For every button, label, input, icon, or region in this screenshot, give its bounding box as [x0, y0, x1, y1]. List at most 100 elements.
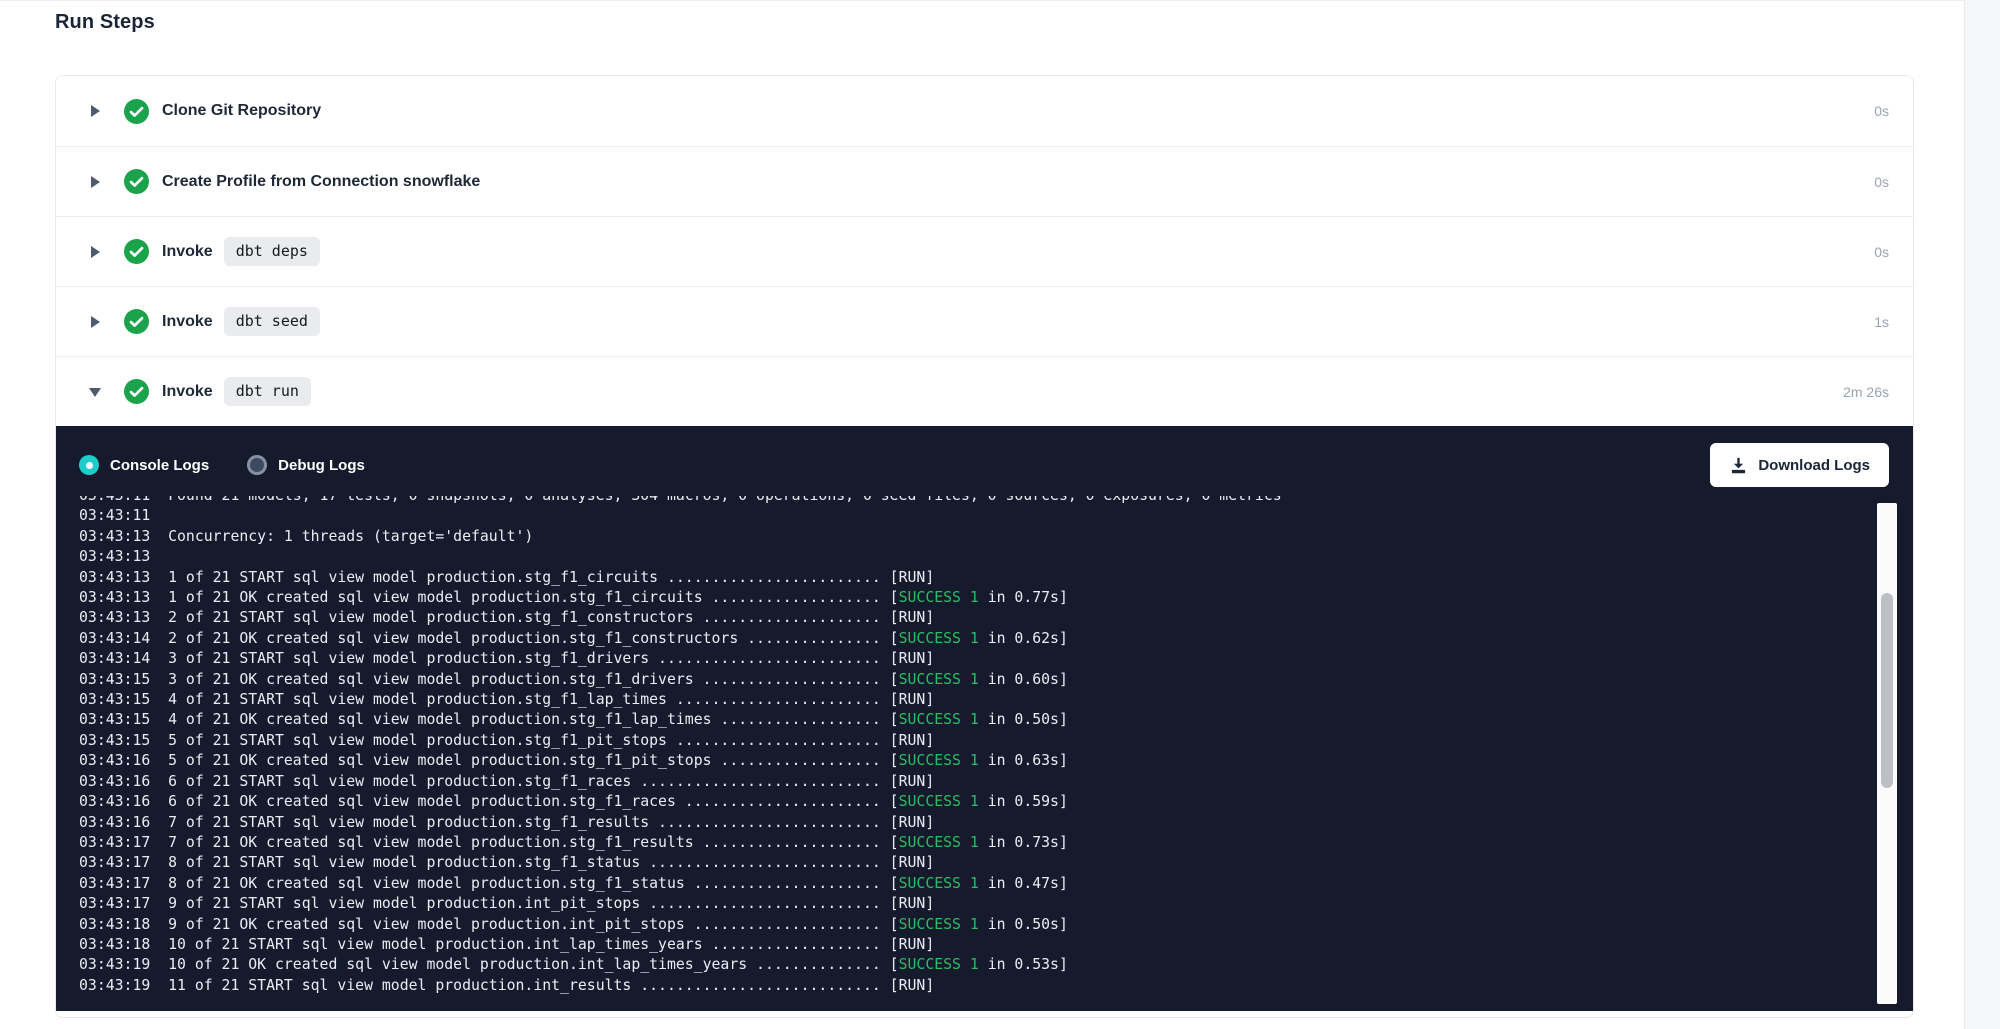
radio-debug-logs[interactable]: Debug Logs — [247, 455, 365, 475]
log-line: 03:43:166 of 21 START sql view model pro… — [79, 772, 1853, 792]
log-success-status: SUCCESS 1 — [899, 793, 979, 810]
step-row-create-profile-from-connection-snowflake[interactable]: Create Profile from Connection snowflake… — [56, 146, 1913, 216]
log-duration-tail: in 0.50s] — [979, 916, 1068, 933]
log-scrollbar-track[interactable] — [1877, 503, 1897, 1004]
log-duration-tail: in 0.50s] — [979, 711, 1068, 728]
log-timestamp: 03:43:13 — [79, 569, 150, 586]
console-header: Console Logs Debug Logs Download Logs — [56, 426, 1913, 496]
log-duration-tail: in 0.73s] — [979, 834, 1068, 851]
log-text: 2 of 21 OK created sql view model produc… — [168, 630, 899, 647]
log-line: 03:43:14 3 of 21 START sql view model pro… — [79, 649, 1853, 669]
log-line: 03:43:154 of 21 START sql view model pro… — [79, 690, 1853, 710]
success-check-icon — [124, 379, 149, 404]
log-line: 03:43:11 — [79, 506, 1853, 526]
radio-selected-icon[interactable] — [79, 455, 99, 475]
log-duration-tail: in 0.77s] — [979, 589, 1068, 606]
step-row-clone-git-repository[interactable]: Clone Git Repository 0s — [56, 76, 1913, 146]
log-text: 4 of 21 START sql view model production.… — [168, 691, 934, 708]
chevron-right-icon[interactable] — [88, 315, 102, 329]
chevron-right-icon[interactable] — [88, 104, 102, 118]
log-timestamp: 03:43:15 — [79, 671, 150, 688]
log-timestamp: 03:43:16 — [79, 793, 150, 810]
command-badge: dbt deps — [224, 237, 320, 266]
radio-console-logs[interactable]: Console Logs — [79, 455, 209, 475]
log-line: 03:43:17 9 of 21 START sql view model pro… — [79, 894, 1853, 914]
chevron-right-icon[interactable] — [88, 175, 102, 189]
log-text: 2 of 21 START sql view model production.… — [168, 609, 934, 626]
log-text: 7 of 21 OK created sql view model produc… — [168, 834, 899, 851]
download-logs-button[interactable]: Download Logs — [1710, 443, 1889, 487]
log-timestamp: 03:43:14 — [79, 650, 150, 667]
radio-label: Debug Logs — [278, 457, 365, 474]
log-timestamp: 03:43:17 — [79, 834, 150, 851]
step-label: Create Profile from Connection snowflake — [162, 173, 480, 191]
success-check-icon — [124, 239, 149, 264]
step-row-invoke-dbt-run[interactable]: Invokedbt run2m 26s — [56, 356, 1913, 426]
log-line: 03:43:167 of 21 START sql view model pro… — [79, 813, 1853, 833]
success-check-icon — [124, 309, 149, 334]
log-text: 8 of 21 OK created sql view model produc… — [168, 875, 899, 892]
step-duration: 1s — [1874, 314, 1889, 330]
log-line: 03:43:17 8 of 21 OK created sql view mode… — [79, 874, 1853, 894]
console-log-output[interactable]: 03:43:11 Found 21 models, 17 tests, 0 sna… — [79, 496, 1853, 1005]
log-success-status: SUCCESS 1 — [899, 752, 979, 769]
log-line: 03:43:11Found 21 models, 17 tests, 0 sna… — [79, 496, 1853, 506]
radio-unselected-icon[interactable] — [247, 455, 267, 475]
step-duration: 0s — [1874, 174, 1889, 190]
log-line: 03:43:131 of 21 START sql view model pro… — [79, 568, 1853, 588]
log-timestamp: 03:43:18 — [79, 936, 150, 953]
log-timestamp: 03:43:16 — [79, 752, 150, 769]
log-text: 7 of 21 START sql view model production.… — [168, 814, 934, 831]
step-duration: 0s — [1874, 103, 1889, 119]
log-line: 03:43:155 of 21 START sql view model pro… — [79, 731, 1853, 751]
log-duration-tail: in 0.59s] — [979, 793, 1068, 810]
log-line: 03:43:1910 of 21 OK created sql view mod… — [79, 955, 1853, 975]
log-text: 9 of 21 START sql view model production.… — [168, 895, 934, 912]
log-timestamp: 03:43:17 — [79, 854, 150, 871]
chevron-down-icon[interactable] — [88, 386, 102, 398]
command-badge: dbt seed — [224, 307, 320, 336]
step-label: Clone Git Repository — [162, 102, 321, 120]
log-text: Concurrency: 1 threads (target='default'… — [168, 528, 533, 545]
log-timestamp: 03:43:19 — [79, 977, 150, 994]
log-text: Found 21 models, 17 tests, 0 snapshots, … — [168, 496, 1282, 504]
radio-label: Console Logs — [110, 457, 209, 474]
log-line: 03:43:15 3 of 21 OK created sql view mode… — [79, 670, 1853, 690]
step-row-invoke-dbt-deps[interactable]: Invokedbt deps0s — [56, 216, 1913, 286]
log-line: 03:43:166 of 21 OK created sql view mode… — [79, 792, 1853, 812]
log-mode-radio-group: Console Logs Debug Logs — [79, 455, 365, 475]
log-timestamp: 03:43:17 — [79, 895, 150, 912]
log-timestamp: 03:43:15 — [79, 732, 150, 749]
log-line: 03:43:14 2 of 21 OK created sql view mode… — [79, 629, 1853, 649]
command-badge: dbt run — [224, 377, 311, 406]
run-steps-card: Clone Git Repository0sCreate Profile fro… — [55, 75, 1914, 1018]
step-label: Invoke — [162, 243, 213, 261]
step-row-invoke-dbt-seed[interactable]: Invokedbt seed1s — [56, 286, 1913, 356]
log-text: 3 of 21 OK created sql view model produc… — [168, 671, 899, 688]
log-success-status: SUCCESS 1 — [899, 834, 979, 851]
log-timestamp: 03:43:19 — [79, 956, 150, 973]
log-text: 3 of 21 START sql view model production.… — [168, 650, 934, 667]
download-logs-label: Download Logs — [1758, 457, 1870, 474]
log-timestamp: 03:43:18 — [79, 916, 150, 933]
log-timestamp: 03:43:17 — [79, 875, 150, 892]
log-text: 5 of 21 OK created sql view model produc… — [168, 752, 899, 769]
log-timestamp: 03:43:14 — [79, 630, 150, 647]
success-check-icon — [124, 169, 149, 194]
log-text: 10 of 21 START sql view model production… — [168, 936, 934, 953]
log-success-status: SUCCESS 1 — [899, 956, 979, 973]
log-scrollbar-thumb[interactable] — [1881, 593, 1893, 788]
log-line: 03:43:19 11 of 21 START sql view model pr… — [79, 976, 1853, 996]
log-line: 03:43:154 of 21 OK created sql view mode… — [79, 710, 1853, 730]
radio-dot — [86, 462, 93, 469]
console-logs-panel: Console Logs Debug Logs Download Logs 03:… — [56, 426, 1913, 1011]
log-timestamp: 03:43:13 — [79, 528, 150, 545]
right-gutter — [1964, 0, 2000, 1029]
chevron-right-icon[interactable] — [88, 245, 102, 259]
log-text: 11 of 21 START sql view model production… — [168, 977, 934, 994]
log-timestamp: 03:43:15 — [79, 711, 150, 728]
log-timestamp: 03:43:16 — [79, 773, 150, 790]
log-line: 03:43:178 of 21 START sql view model pro… — [79, 853, 1853, 873]
log-success-status: SUCCESS 1 — [899, 630, 979, 647]
top-hairline — [0, 0, 1964, 1]
